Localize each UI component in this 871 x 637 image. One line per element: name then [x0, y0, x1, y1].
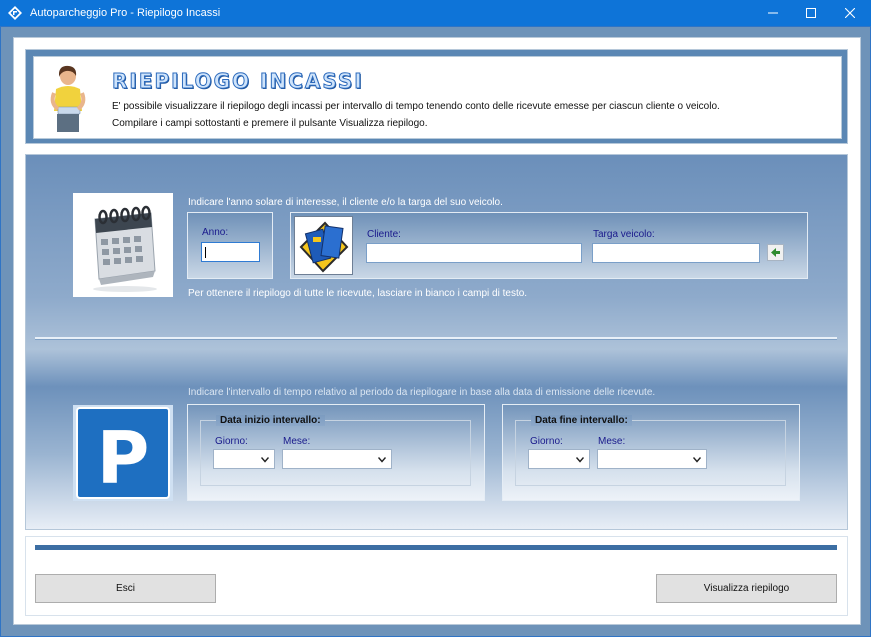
minimize-icon — [768, 12, 778, 14]
parking-sign-image: P — [73, 405, 173, 501]
instruction-interval: Indicare l'intervallo di tempo relativo … — [188, 387, 656, 398]
cards-icon — [299, 221, 349, 273]
cliente-input[interactable] — [366, 243, 582, 263]
anno-panel: Anno: — [187, 212, 273, 279]
insert-targa-button[interactable] — [767, 244, 784, 261]
bottom-divider — [35, 545, 837, 550]
targa-input[interactable] — [592, 243, 760, 263]
targa-label: Targa veicolo: — [593, 229, 655, 240]
start-date-panel: Data inizio intervallo: Giorno: Mese: — [187, 404, 485, 501]
window-title: Autoparcheggio Pro - Riepilogo Incassi — [30, 7, 221, 19]
close-icon — [845, 8, 855, 18]
instruction-blank: Per ottenere il riepilogo di tutte le ri… — [188, 288, 528, 299]
calendar-icon — [93, 205, 157, 292]
window-frame: RIEPILOGO INCASSI E' possibile visualizz… — [0, 26, 871, 637]
calendar-image — [73, 193, 173, 297]
start-mese-label: Mese: — [283, 436, 311, 447]
section-divider — [35, 337, 837, 340]
person-reading-icon — [50, 65, 86, 132]
visualizza-riepilogo-button[interactable]: Visualizza riepilogo — [656, 574, 837, 603]
maximize-button[interactable] — [793, 0, 829, 26]
main-panel: Indicare l'anno solare di interesse, il … — [25, 154, 848, 530]
end-date-panel: Data fine intervallo: Giorno: Mese: — [502, 404, 800, 501]
parking-icon: P — [76, 407, 170, 500]
anno-label: Anno: — [202, 227, 229, 238]
svg-text:P: P — [97, 416, 150, 500]
end-giorno-label: Giorno: — [530, 436, 563, 447]
minimize-button[interactable] — [755, 0, 791, 26]
app-icon — [8, 6, 22, 20]
header-panel: RIEPILOGO INCASSI E' possibile visualizz… — [25, 49, 848, 144]
header-instructions: Compilare i campi sottostanti e premere … — [112, 118, 428, 129]
chevron-down-icon — [693, 457, 701, 463]
cliente-label: Cliente: — [367, 229, 401, 240]
anno-input[interactable] — [201, 242, 260, 262]
esci-button[interactable]: Esci — [35, 574, 216, 603]
page-title: RIEPILOGO INCASSI — [112, 69, 364, 94]
chevron-down-icon — [576, 457, 584, 463]
instruction-filter: Indicare l'anno solare di interesse, il … — [188, 197, 503, 208]
start-giorno-select[interactable] — [213, 449, 275, 469]
start-date-title: Data inizio intervallo: — [216, 415, 325, 426]
chevron-down-icon — [378, 457, 386, 463]
cards-image — [294, 216, 353, 275]
header-inner: RIEPILOGO INCASSI E' possibile visualizz… — [33, 56, 842, 139]
end-mese-label: Mese: — [598, 436, 626, 447]
maximize-icon — [806, 8, 816, 18]
arrow-left-icon — [771, 248, 780, 257]
text-caret — [205, 247, 206, 258]
close-button[interactable] — [832, 0, 868, 26]
end-mese-select[interactable] — [597, 449, 707, 469]
bottom-panel: Esci Visualizza riepilogo — [25, 536, 848, 616]
start-giorno-label: Giorno: — [215, 436, 248, 447]
chevron-down-icon — [261, 457, 269, 463]
content-area: RIEPILOGO INCASSI E' possibile visualizz… — [13, 37, 861, 625]
title-bar: Autoparcheggio Pro - Riepilogo Incassi — [0, 0, 871, 26]
cliente-targa-panel: Cliente: Targa veicolo: — [290, 212, 808, 279]
end-date-title: Data fine intervallo: — [531, 415, 632, 426]
header-description: E' possibile visualizzare il riepilogo d… — [112, 101, 720, 112]
end-giorno-select[interactable] — [528, 449, 590, 469]
start-mese-select[interactable] — [282, 449, 392, 469]
